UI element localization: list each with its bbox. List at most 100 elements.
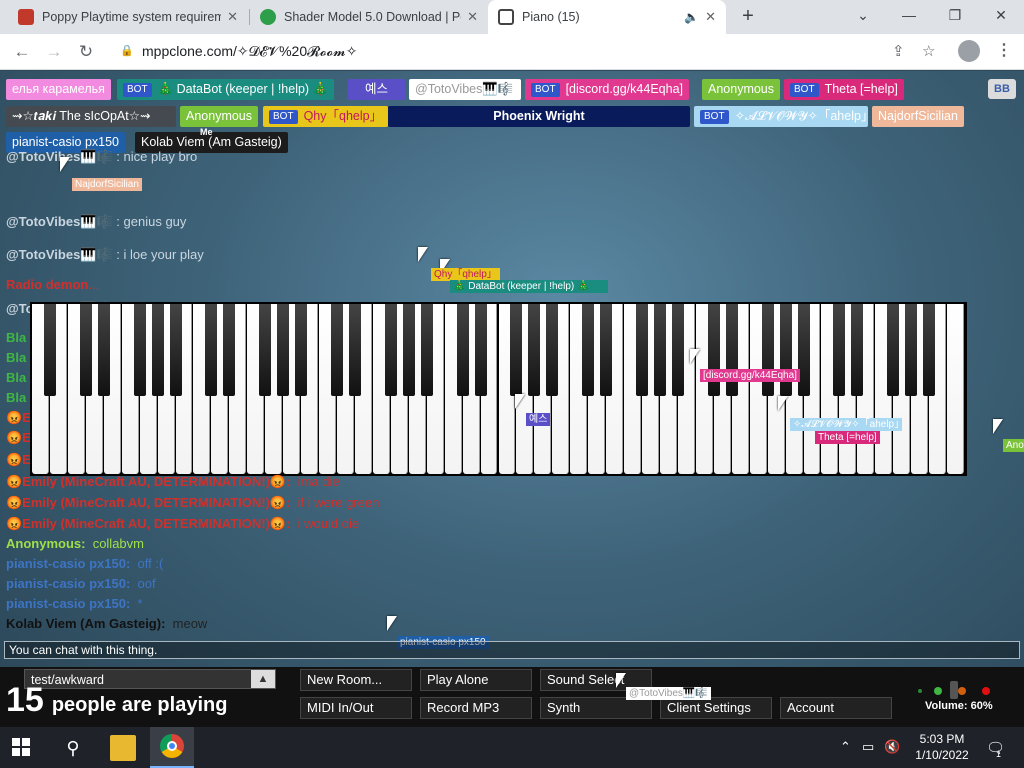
url-text[interactable]: mppclone.com/✧𝓓𝓔𝓥%20𝓡𝓸𝓸𝓶✧ xyxy=(142,43,357,60)
user-pill[interactable]: Anonymous xyxy=(180,106,259,127)
record-mp3-button[interactable]: Record MP3 xyxy=(420,697,532,719)
user-pill[interactable]: BOT ✧𝓐𝓛𝓥𝓞𝓦𝓨✧「ahelp」 xyxy=(694,106,873,127)
black-key[interactable] xyxy=(402,304,415,396)
user-pill[interactable]: ⇝☆𝒕𝒂𝒌𝒊 The sIcOpAt☆⇝ xyxy=(6,106,176,127)
black-key[interactable] xyxy=(600,304,613,396)
speaker-mute-icon[interactable]: 🔈 xyxy=(684,10,699,24)
user-pill[interactable]: BOT [discord.gg/k44Eqha] xyxy=(525,79,690,100)
account-button[interactable]: Account xyxy=(780,697,892,719)
lock-icon[interactable]: 🔒 xyxy=(120,44,134,57)
black-key[interactable] xyxy=(97,304,110,396)
black-key[interactable] xyxy=(671,304,684,396)
bb-button[interactable]: BB xyxy=(988,79,1016,99)
chat-input[interactable]: You can chat with this thing. xyxy=(4,641,1020,659)
piano-keyboard[interactable] xyxy=(30,302,967,476)
midi-in-out-button[interactable]: MIDI In/Out xyxy=(300,697,412,719)
black-key[interactable] xyxy=(223,304,236,396)
chat-author: Bla xyxy=(6,390,27,405)
windows-start-icon[interactable] xyxy=(12,738,30,756)
black-key[interactable] xyxy=(205,304,218,396)
search-icon[interactable]: ⚲ xyxy=(60,735,86,761)
black-key[interactable] xyxy=(169,304,182,396)
user-pill[interactable]: BOT 🎄 DataBot (keeper | !help) 🎄 xyxy=(117,79,335,100)
black-key[interactable] xyxy=(528,304,541,396)
black-key[interactable] xyxy=(851,304,864,396)
reload-icon[interactable]: ↻ xyxy=(74,40,98,64)
black-key[interactable] xyxy=(474,304,487,396)
close-tab-icon[interactable]: ✕ xyxy=(705,9,716,25)
user-pill[interactable]: елья карамелья xyxy=(6,79,111,100)
player-count: 15 people are playing xyxy=(6,681,227,720)
file-explorer-icon[interactable] xyxy=(110,735,136,761)
black-key[interactable] xyxy=(295,304,308,396)
user-pill[interactable]: @TotoVibes🎹🎼 xyxy=(409,79,521,100)
black-key[interactable] xyxy=(761,304,774,396)
close-window-button[interactable]: ✕ xyxy=(978,0,1024,30)
bookmark-star-icon[interactable]: ☆ xyxy=(922,42,935,60)
tab-piano[interactable]: Piano (15) 🔈 ✕ xyxy=(488,0,726,34)
volume-knob[interactable] xyxy=(950,681,958,699)
black-key[interactable] xyxy=(887,304,900,396)
profile-avatar-icon[interactable] xyxy=(958,40,980,62)
user-pill[interactable]: BOT Qhy「qhelp」 xyxy=(263,106,389,127)
black-key[interactable] xyxy=(905,304,918,396)
chrome-taskbar-button[interactable] xyxy=(150,727,194,768)
black-key[interactable] xyxy=(833,304,846,396)
user-pill[interactable]: BOT Theta [=help] xyxy=(784,79,904,100)
chat-author: Bla xyxy=(6,350,27,365)
forward-arrow-icon[interactable]: → xyxy=(42,40,66,64)
chevron-up-icon[interactable]: ⌃ xyxy=(840,739,851,755)
black-key[interactable] xyxy=(725,304,738,396)
black-key[interactable] xyxy=(420,304,433,396)
black-key[interactable] xyxy=(348,304,361,396)
black-key[interactable] xyxy=(653,304,666,396)
black-key[interactable] xyxy=(259,304,272,396)
browser-menu-icon[interactable]: ⋮ xyxy=(996,40,1012,60)
black-key[interactable] xyxy=(133,304,146,396)
black-key[interactable] xyxy=(456,304,469,396)
synth-button[interactable]: Synth xyxy=(540,697,652,719)
user-pill[interactable]: Phoenix Wright xyxy=(388,106,690,127)
address-bar[interactable]: 🔒 mppclone.com/✧𝓓𝓔𝓥%20𝓡𝓸𝓸𝓶✧ ⇪ ☆ xyxy=(110,38,950,66)
black-key[interactable] xyxy=(277,304,290,396)
black-key[interactable] xyxy=(510,304,523,396)
back-arrow-icon[interactable]: ← xyxy=(10,40,34,64)
black-key[interactable] xyxy=(79,304,92,396)
black-key[interactable] xyxy=(636,304,649,396)
black-key[interactable] xyxy=(546,304,559,396)
close-tab-icon[interactable]: ✕ xyxy=(467,9,478,25)
black-key[interactable] xyxy=(797,304,810,396)
minimize-button[interactable]: — xyxy=(886,0,932,30)
user-pill[interactable]: Anonymous xyxy=(702,79,781,100)
tab-shader-model[interactable]: Shader Model 5.0 Download | Pe ✕ xyxy=(250,0,488,34)
chat-author: @TotoVibes🎹🎼 xyxy=(6,214,113,229)
black-key[interactable] xyxy=(779,304,792,396)
black-key[interactable] xyxy=(384,304,397,396)
new-room-button[interactable]: New Room... xyxy=(300,669,412,691)
black-key[interactable] xyxy=(582,304,595,396)
chat-message: Anonymous: collabvm xyxy=(6,536,144,551)
restore-button[interactable]: ❐ xyxy=(932,0,978,30)
black-key[interactable] xyxy=(707,304,720,396)
black-key[interactable] xyxy=(923,304,936,396)
black-key[interactable] xyxy=(331,304,344,396)
new-tab-button[interactable]: + xyxy=(736,5,760,29)
network-icon[interactable]: ▭ xyxy=(862,739,874,755)
share-icon[interactable]: ⇪ xyxy=(892,42,905,60)
client-settings-button[interactable]: Client Settings xyxy=(660,697,772,719)
user-pill[interactable]: NajdorfSicilian xyxy=(872,106,964,127)
tab-search-icon[interactable]: ⌄ xyxy=(840,0,886,30)
clock-date: 1/10/2022 xyxy=(915,748,969,762)
white-key[interactable] xyxy=(947,304,964,474)
user-name: Anonymous xyxy=(708,82,775,96)
black-key[interactable] xyxy=(43,304,56,396)
piano-favicon-icon xyxy=(498,9,514,25)
tab-poppy-playtime[interactable]: Poppy Playtime system requirem ✕ xyxy=(8,0,248,34)
volume-muted-icon[interactable]: 🔇 xyxy=(884,739,900,755)
close-tab-icon[interactable]: ✕ xyxy=(227,9,238,25)
user-pill[interactable]: 예스 xyxy=(348,79,405,100)
black-key[interactable] xyxy=(151,304,164,396)
system-clock[interactable]: 5:03 PM 1/10/2022 xyxy=(912,731,972,763)
chevron-up-icon[interactable]: ▲ xyxy=(251,670,275,688)
play-alone-button[interactable]: Play Alone xyxy=(420,669,532,691)
